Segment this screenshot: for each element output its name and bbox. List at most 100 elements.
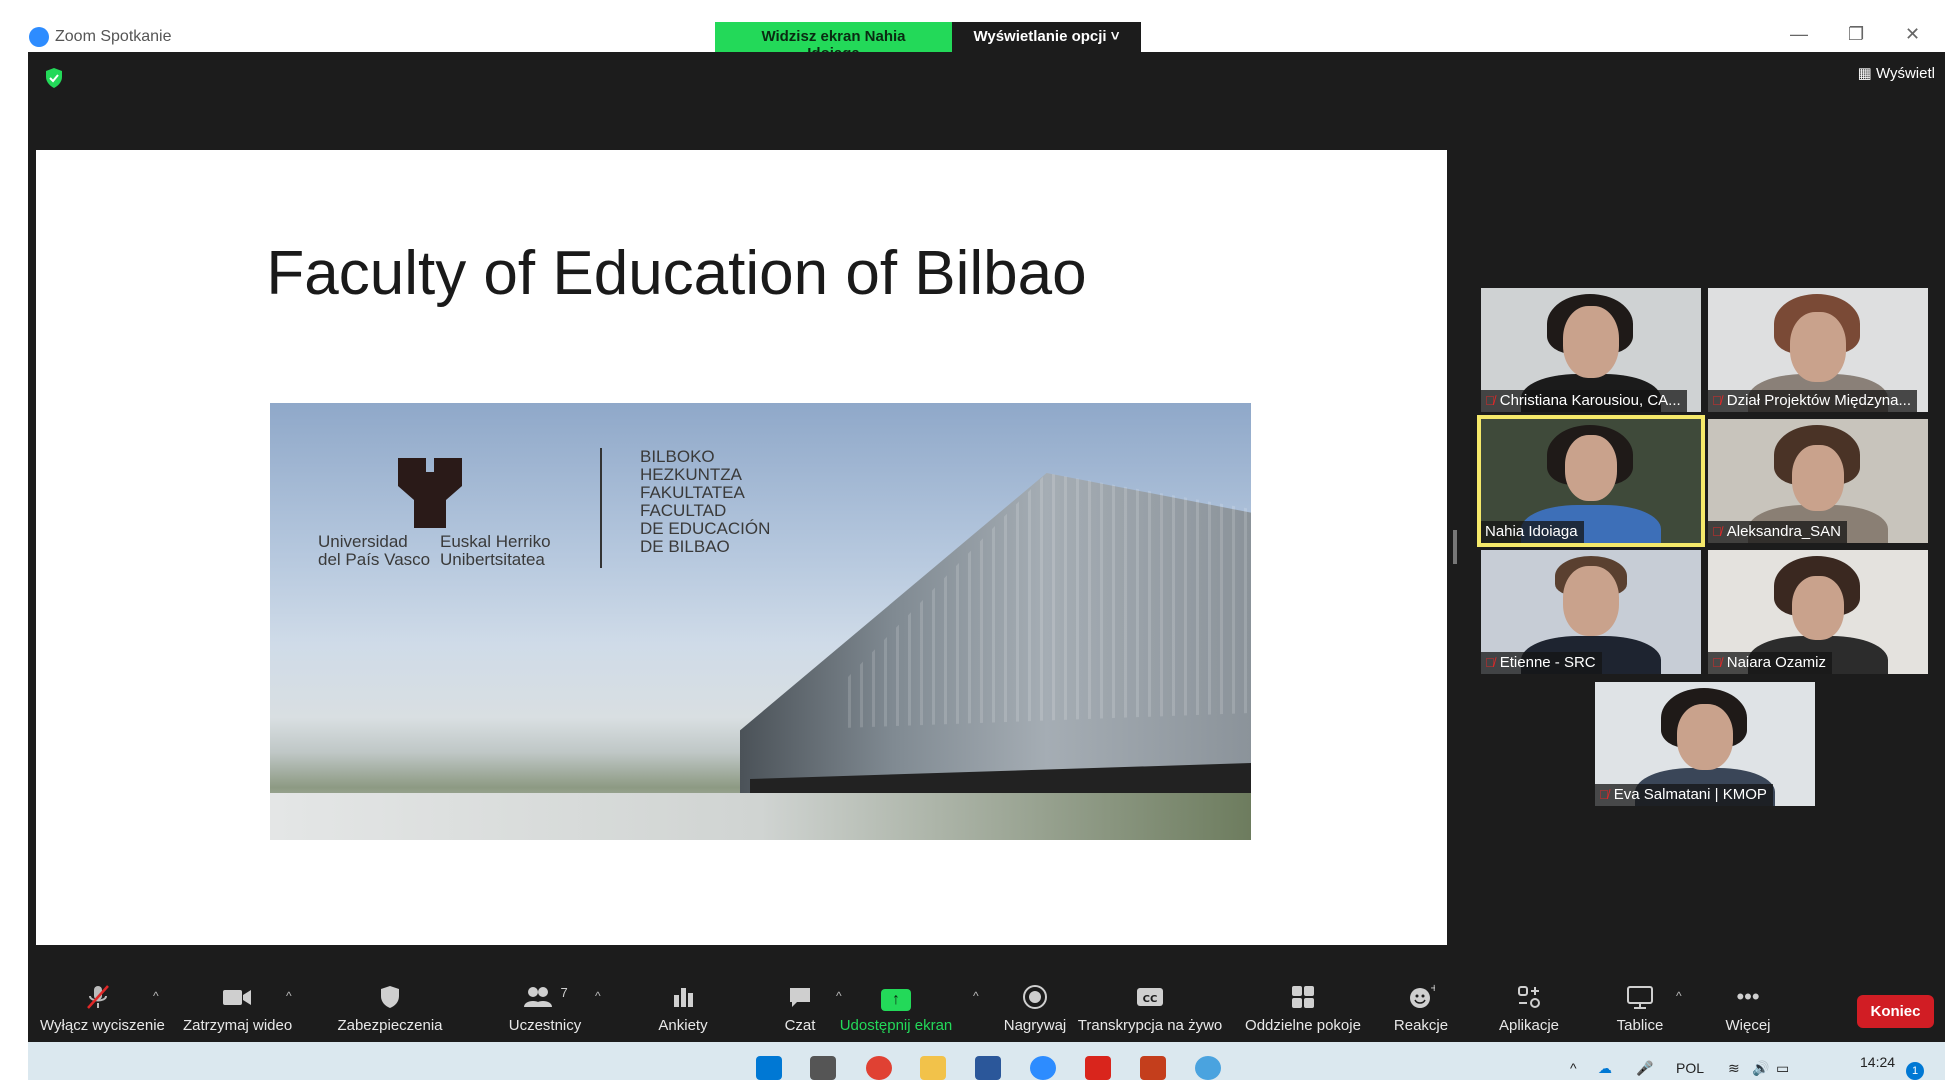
participant-name-label: 🎙̸ Eva Salmatani | KMOP [1595,784,1773,806]
participants-label: Uczestnicy [508,1017,582,1034]
logo-text-line: FAKULTATEA [640,483,745,502]
security-button[interactable]: Zabezpieczenia [335,983,445,1034]
chat-label: Czat [784,1017,816,1034]
more-button[interactable]: ••• Więcej [1708,983,1788,1034]
svg-text:CC: CC [1143,994,1158,1005]
whiteboard-icon [1600,983,1680,1011]
slide-title: Faculty of Education of Bilbao [266,239,1087,308]
participants-count: 7 [560,985,568,1000]
participant-name-label: 🎙̸ Etienne - SRC [1481,652,1602,674]
reactions-label: Reakcje [1393,1017,1449,1034]
browser-globe-icon[interactable] [1195,1056,1221,1080]
view-button[interactable]: ▦ Wyświetl [1858,64,1935,82]
mic-muted-icon: 🎙̸ [1599,787,1609,802]
share-options-caret-icon[interactable]: ^ [973,989,979,1003]
audio-options-caret-icon[interactable]: ^ [153,989,159,1003]
logo-text-right: BILBOKO HEZKUNTZA FAKULTATEA FACULTAD DE… [640,448,770,556]
stop-video-label: Zatrzymaj wideo [183,1017,293,1034]
volume-icon[interactable]: 🔊 [1752,1060,1769,1077]
participant-tile-active-speaker[interactable]: Nahia Idoiaga [1477,415,1705,547]
view-options-button[interactable]: Wyświetlanie opcji ˅ [952,22,1141,52]
bar-chart-icon [638,983,728,1011]
participant-name: Eva Salmatani | KMOP [1613,786,1767,803]
participant-tile[interactable]: 🎙̸ Etienne - SRC [1481,550,1701,674]
windows-start-icon[interactable] [756,1056,782,1080]
logo-text-line: BILBOKO [640,447,715,466]
participant-tile[interactable]: 🎙̸ Eva Salmatani | KMOP [1595,682,1815,806]
zoom-taskbar-icon[interactable] [1030,1056,1056,1080]
view-button-label: Wyświetl [1875,65,1935,82]
apps-icon [1484,983,1574,1011]
participant-tile[interactable]: 🎙̸ Naiara Ozamiz [1708,550,1928,674]
tray-chevron-icon[interactable]: ^ [1570,1060,1577,1076]
ground [270,793,1251,840]
restore-icon[interactable]: ❐ [1848,24,1864,45]
polls-button[interactable]: Ankiety [638,983,728,1034]
microphone-tray-icon[interactable]: 🎤 [1636,1060,1653,1077]
file-explorer-icon[interactable] [920,1056,946,1080]
participant-tile[interactable]: 🎙̸ Christiana Karousiou, CA... [1481,288,1701,412]
live-transcript-label: Transkrypcja na żywo [1077,1017,1223,1034]
task-view-icon[interactable] [810,1056,836,1080]
wifi-icon[interactable]: ≋ [1728,1060,1740,1077]
panel-splitter-handle[interactable] [1453,530,1457,564]
breakout-rooms-button[interactable]: Oddzielne pokoje [1238,983,1368,1034]
chat-bubble-icon [760,983,840,1011]
powerpoint-icon[interactable] [1140,1056,1166,1080]
whiteboards-button[interactable]: Tablice [1600,983,1680,1034]
window-title: Zoom Spotkanie [55,28,172,45]
participant-name-label: 🎙̸ Aleksandra_SAN [1708,521,1847,543]
logo-text-line: Euskal Herriko [440,532,551,551]
mic-muted-icon: 🎙̸ [1712,393,1722,408]
participant-name-label: Nahia Idoiaga [1481,521,1584,543]
close-icon[interactable]: ✕ [1905,24,1920,45]
video-options-caret-icon[interactable]: ^ [286,989,292,1003]
participants-button[interactable]: 7 Uczestnicy [495,983,595,1034]
logo-text-line: HEZKUNTZA [640,465,742,484]
mic-muted-icon [40,983,156,1011]
acrobat-icon[interactable] [1085,1056,1111,1080]
unmute-label: Wyłącz wyciszenie [40,1017,165,1034]
whiteboards-options-caret-icon[interactable]: ^ [1676,989,1682,1003]
battery-icon[interactable]: ▭ [1776,1060,1789,1077]
participant-name: Nahia Idoiaga [1485,523,1578,540]
record-label: Nagrywaj [1003,1017,1067,1034]
chrome-icon[interactable] [866,1056,892,1080]
participant-name: Naiara Ozamiz [1726,654,1826,671]
video-face [1677,704,1733,770]
share-banner: Widzisz ekran Nahia Idoiaga Wyświetlanie… [715,22,1141,62]
participant-tile[interactable]: 🎙̸ Dział Projektów Międzyna... [1708,288,1928,412]
clock-time[interactable]: 14:24 [1860,1054,1895,1070]
word-icon[interactable] [975,1056,1001,1080]
logo-text-line: Unibertsitatea [440,550,545,569]
participant-name-label: 🎙̸ Christiana Karousiou, CA... [1481,390,1687,412]
minimize-icon[interactable]: — [1790,24,1808,45]
share-screen-button[interactable]: ↑ Udostępnij ekran [836,983,956,1034]
reactions-button[interactable]: + Reakcje [1386,983,1456,1034]
chat-button[interactable]: Czat [760,983,840,1034]
logo-text-line: del País Vasco [318,550,431,569]
record-button[interactable]: Nagrywaj [995,983,1075,1034]
logo-text-line: DE BILBAO [640,537,730,556]
whiteboards-label: Tablice [1616,1017,1664,1034]
participant-name: Christiana Karousiou, CA... [1499,392,1681,409]
video-face [1790,312,1846,382]
title-bar: Zoom Spotkanie Widzisz ekran Nahia Idoia… [0,0,1945,62]
breakout-rooms-icon [1238,983,1368,1011]
end-meeting-button[interactable]: Koniec [1857,995,1934,1028]
apps-button[interactable]: Aplikacje [1484,983,1574,1034]
ellipsis-icon: ••• [1736,984,1760,1009]
unmute-button[interactable]: Wyłącz wyciszenie [40,983,165,1034]
onedrive-icon[interactable]: ☁ [1598,1060,1612,1077]
participants-options-caret-icon[interactable]: ^ [595,989,601,1003]
security-label: Zabezpieczenia [337,1017,443,1034]
keyboard-language[interactable]: POL [1676,1060,1704,1076]
encryption-shield-icon[interactable] [44,67,64,89]
live-transcript-button[interactable]: CC Transkrypcja na żywo [1075,983,1225,1034]
logo-text-line: DE EDUCACIÓN [640,519,771,538]
participant-tile[interactable]: 🎙̸ Aleksandra_SAN [1708,419,1928,543]
stop-video-button[interactable]: Zatrzymaj wideo [183,983,293,1034]
mic-muted-icon: 🎙̸ [1712,655,1722,670]
notification-badge[interactable]: 1 [1906,1062,1924,1080]
mic-muted-icon: 🎙̸ [1485,655,1495,670]
